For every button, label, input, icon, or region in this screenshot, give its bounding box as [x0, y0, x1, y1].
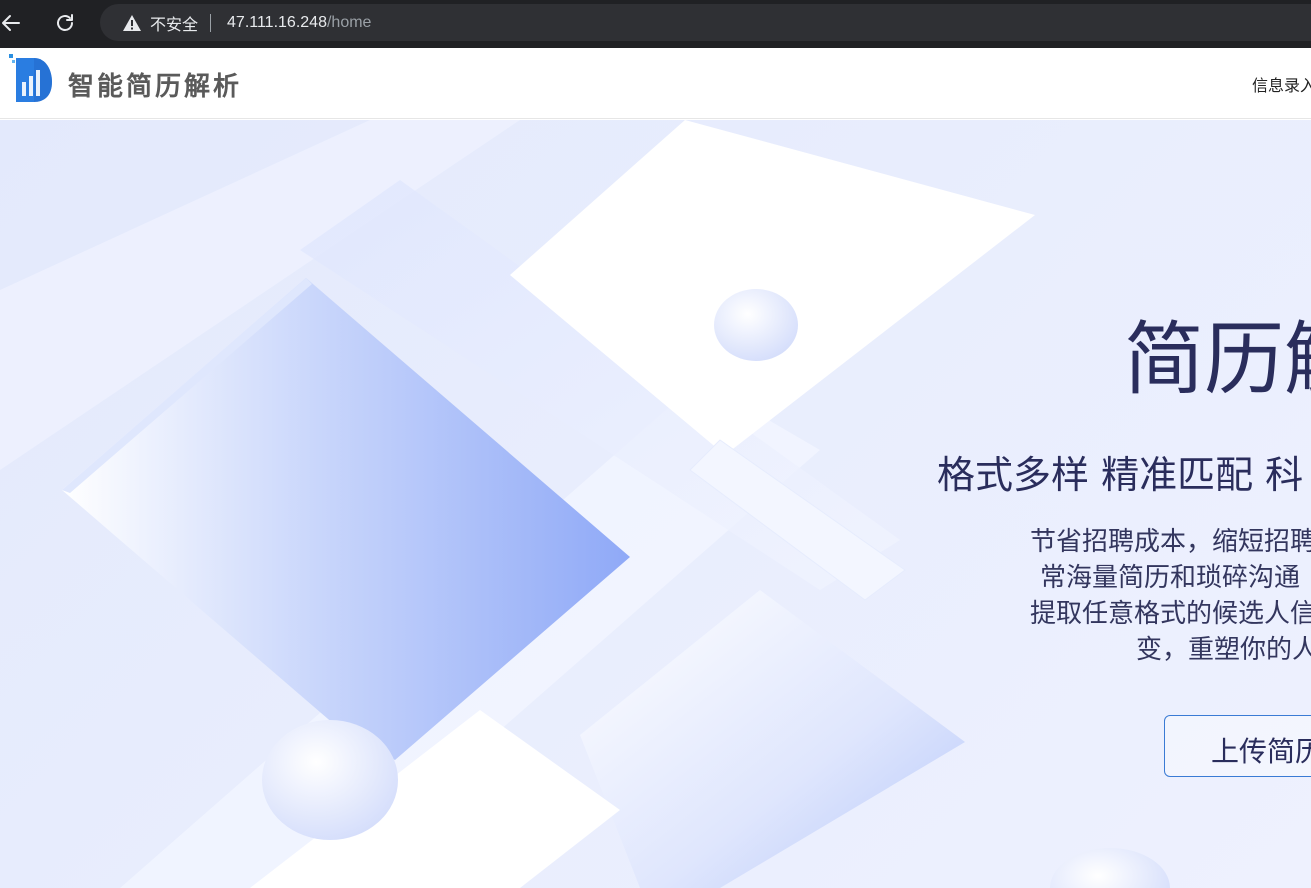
hero-description: 节省招聘成本，缩短招聘 常海量简历和琐碎沟通 提取任意格式的候选人信 变，重塑你… — [1000, 524, 1311, 668]
warning-icon[interactable] — [122, 14, 142, 32]
back-button[interactable] — [0, 8, 26, 38]
reload-icon — [57, 14, 73, 31]
upload-resume-button[interactable]: 上传简历 — [1164, 715, 1311, 777]
security-status-label[interactable]: 不安全 — [150, 11, 198, 35]
hero-background-illustration — [0, 120, 1170, 888]
hero-desc-line: 节省招聘成本，缩短招聘 — [1030, 527, 1311, 557]
hero-desc-line: 常海量简历和琐碎沟通 — [1040, 563, 1301, 593]
browser-toolbar: 不安全 47.111.16.248 /home — [0, 0, 1311, 48]
hero-desc-line: 提取任意格式的候选人信 — [1030, 599, 1311, 629]
nav-link-info-entry[interactable]: 信息录入 — [1252, 72, 1311, 96]
reload-button[interactable] — [50, 8, 80, 38]
url-path: /home — [326, 13, 372, 31]
site-header: 智能简历解析 信息录入 — [0, 48, 1311, 119]
url-separator — [210, 13, 212, 32]
hero-title: 简历解 — [1124, 313, 1311, 406]
hero-subtitle: 格式多样 精准匹配 科 — [937, 453, 1304, 497]
back-arrow-icon — [2, 15, 20, 31]
brand-name[interactable]: 智能简历解析 — [68, 66, 242, 103]
logo-icon[interactable] — [8, 52, 54, 106]
address-bar[interactable]: 不安全 47.111.16.248 /home — [100, 4, 1311, 41]
hero-desc-line: 变，重塑你的人 — [1136, 635, 1311, 665]
url-host: 47.111.16.248 — [227, 13, 327, 31]
upload-resume-label: 上传简历 — [1211, 735, 1311, 768]
hero-banner: 简历解 格式多样 精准匹配 科 节省招聘成本，缩短招聘 常海量简历和琐碎沟通 提… — [0, 120, 1311, 888]
